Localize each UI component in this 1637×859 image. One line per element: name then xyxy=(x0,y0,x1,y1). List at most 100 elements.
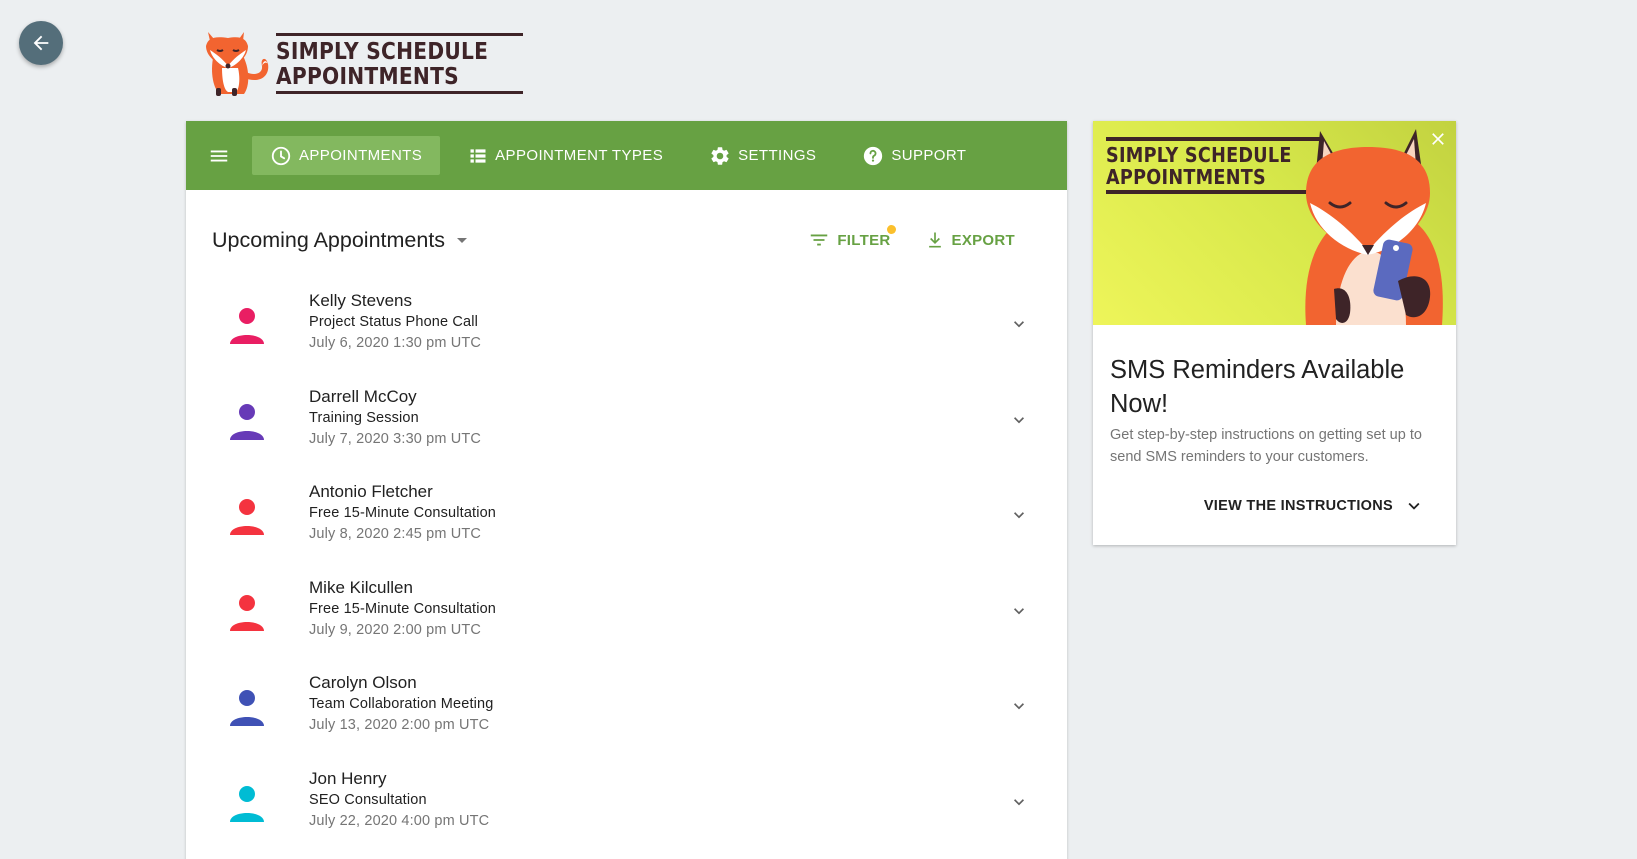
logo-line-2: APPOINTMENTS xyxy=(276,61,459,90)
appointment-customer-name: Jon Henry xyxy=(309,768,387,788)
export-button[interactable]: EXPORT xyxy=(925,229,1015,251)
person-avatar-icon xyxy=(230,499,264,536)
appointment-row[interactable]: Jon Henry SEO Consultation July 22, 2020… xyxy=(186,768,1067,859)
appointment-date: July 7, 2020 3:30 pm UTC xyxy=(309,430,482,447)
expand-chevron-icon[interactable] xyxy=(1009,696,1029,716)
appointment-customer-name: Antonio Fletcher xyxy=(309,482,433,502)
filter-active-badge xyxy=(886,225,896,234)
avatar-body xyxy=(230,335,264,344)
avatar-body xyxy=(230,430,264,440)
appointment-date: July 22, 2020 4:00 pm UTC xyxy=(309,812,490,829)
appointment-date: July 6, 2020 1:30 pm UTC xyxy=(309,335,482,351)
expand-chevron-icon[interactable] xyxy=(1009,410,1029,430)
view-instructions-button[interactable]: VIEW THE INSTRUCTIONS xyxy=(1110,495,1425,517)
download-icon xyxy=(925,229,945,251)
gear-icon xyxy=(709,145,731,167)
avatar-head xyxy=(239,308,255,324)
expand-chevron-icon[interactable] xyxy=(1009,792,1029,812)
sms-promo-card: SIMPLY SCHEDULE APPOINTMENTS SMS Reminde… xyxy=(1093,121,1456,545)
nav-tab-label: SUPPORT xyxy=(891,147,967,164)
person-avatar-icon xyxy=(230,403,264,440)
appointment-type: Training Session xyxy=(309,409,419,426)
list-view-selector[interactable]: Upcoming Appointments xyxy=(212,227,468,253)
back-button[interactable] xyxy=(19,21,63,65)
promo-logo-line-1: SIMPLY SCHEDULE xyxy=(1106,143,1292,167)
appointments-panel: APPOINTMENTS APPOINTMENT TYPES SETTINGS … xyxy=(186,121,1067,859)
arrow-left-icon xyxy=(33,35,49,51)
nav-tab-label: SETTINGS xyxy=(738,147,817,164)
filter-button[interactable]: FILTER xyxy=(808,225,896,251)
appointment-type: Free 15-Minute Consultation xyxy=(309,505,497,522)
dropdown-caret-icon xyxy=(457,237,468,243)
expand-chevron-icon[interactable] xyxy=(1009,601,1029,621)
appointment-info: Darrell McCoy Training Session July 7, 2… xyxy=(309,386,481,450)
person-avatar-icon xyxy=(230,308,264,344)
avatar-body xyxy=(230,621,264,631)
logo-wordmark: SIMPLY SCHEDULE APPOINTMENTS xyxy=(276,32,523,94)
list-icon xyxy=(468,146,488,166)
avatar-head xyxy=(239,594,255,611)
appointment-type: Project Status Phone Call xyxy=(309,314,478,330)
list-title: Upcoming Appointments xyxy=(212,227,446,252)
avatar-body xyxy=(230,717,264,727)
appointment-type: Team Collaboration Meeting xyxy=(309,696,494,713)
expand-chevron-icon[interactable] xyxy=(1009,505,1029,525)
avatar-head xyxy=(239,403,255,420)
appointment-date: July 8, 2020 2:45 pm UTC xyxy=(309,526,482,543)
appointment-type: SEO Consultation xyxy=(309,791,427,808)
person-avatar-icon xyxy=(230,785,264,822)
nav-tab-label: APPOINTMENT TYPES xyxy=(495,147,664,164)
nav-tab-support[interactable]: SUPPORT xyxy=(844,136,984,175)
appointment-row[interactable]: Mike Kilcullen Free 15-Minute Consultati… xyxy=(186,577,1067,673)
appointment-date: July 13, 2020 2:00 pm UTC xyxy=(309,717,490,734)
appointment-row[interactable]: Kelly Stevens Project Status Phone Call … xyxy=(186,290,1067,386)
filter-label: FILTER xyxy=(837,231,891,249)
nav-tab-settings[interactable]: SETTINGS xyxy=(691,136,834,175)
appointment-info: Carolyn Olson Team Collaboration Meeting… xyxy=(309,672,493,736)
nav-tab-appointment-types[interactable]: APPOINTMENT TYPES xyxy=(450,136,681,175)
appointment-row[interactable]: Antonio Fletcher Free 15-Minute Consulta… xyxy=(186,481,1067,577)
promo-banner: SIMPLY SCHEDULE APPOINTMENTS xyxy=(1093,121,1456,325)
appointment-info: Mike Kilcullen Free 15-Minute Consultati… xyxy=(309,577,496,641)
person-avatar-icon xyxy=(230,690,264,727)
export-label: EXPORT xyxy=(951,231,1015,249)
avatar-body xyxy=(230,526,264,536)
filter-icon xyxy=(808,229,830,251)
close-icon xyxy=(1432,133,1444,145)
expand-chevron-icon[interactable] xyxy=(1009,314,1029,334)
chevron-down-icon xyxy=(1403,495,1425,517)
menu-button[interactable] xyxy=(206,143,232,169)
promo-body: SMS Reminders Available Now! Get step-by… xyxy=(1093,325,1456,517)
help-icon xyxy=(862,145,884,167)
appointment-customer-name: Kelly Stevens xyxy=(309,291,412,310)
top-navbar: APPOINTMENTS APPOINTMENT TYPES SETTINGS … xyxy=(186,121,1067,190)
nav-tab-appointments[interactable]: APPOINTMENTS xyxy=(252,136,441,175)
appointment-customer-name: Carolyn Olson xyxy=(309,673,417,693)
person-avatar-icon xyxy=(230,594,264,631)
promo-description: Get step-by-step instructions on getting… xyxy=(1110,427,1422,465)
appointment-info: Kelly Stevens Project Status Phone Call … xyxy=(309,290,481,354)
appointment-customer-name: Mike Kilcullen xyxy=(309,577,413,597)
appointment-info: Antonio Fletcher Free 15-Minute Consulta… xyxy=(309,481,496,545)
list-actions: FILTER EXPORT xyxy=(774,225,1015,251)
fox-mascot-icon xyxy=(206,32,269,96)
appointment-row[interactable]: Darrell McCoy Training Session July 7, 2… xyxy=(186,386,1067,482)
app-logo: SIMPLY SCHEDULE APPOINTMENTS xyxy=(200,28,523,98)
hamburger-menu-icon xyxy=(210,150,228,161)
fox-with-phone-illustration xyxy=(1305,129,1443,325)
appointment-row[interactable]: Carolyn Olson Team Collaboration Meeting… xyxy=(186,672,1067,768)
promo-logo-line-2: APPOINTMENTS xyxy=(1106,165,1266,189)
nav-tab-label: APPOINTMENTS xyxy=(299,147,423,164)
view-instructions-label: VIEW THE INSTRUCTIONS xyxy=(1203,498,1393,514)
appointment-date: July 9, 2020 2:00 pm UTC xyxy=(309,621,482,638)
promo-close-button[interactable] xyxy=(1428,129,1448,149)
appointment-customer-name: Darrell McCoy xyxy=(309,386,417,406)
logo-line-1: SIMPLY SCHEDULE xyxy=(276,36,489,65)
appointment-info: Jon Henry SEO Consultation July 22, 2020… xyxy=(309,768,489,832)
avatar-head xyxy=(239,499,255,516)
promo-title: SMS Reminders Available Now! xyxy=(1110,356,1405,418)
clock-icon xyxy=(270,145,292,167)
appointment-list: Kelly Stevens Project Status Phone Call … xyxy=(186,290,1067,859)
list-header: Upcoming Appointments FILTER EXPORT xyxy=(186,190,1067,290)
avatar-head xyxy=(239,690,255,707)
